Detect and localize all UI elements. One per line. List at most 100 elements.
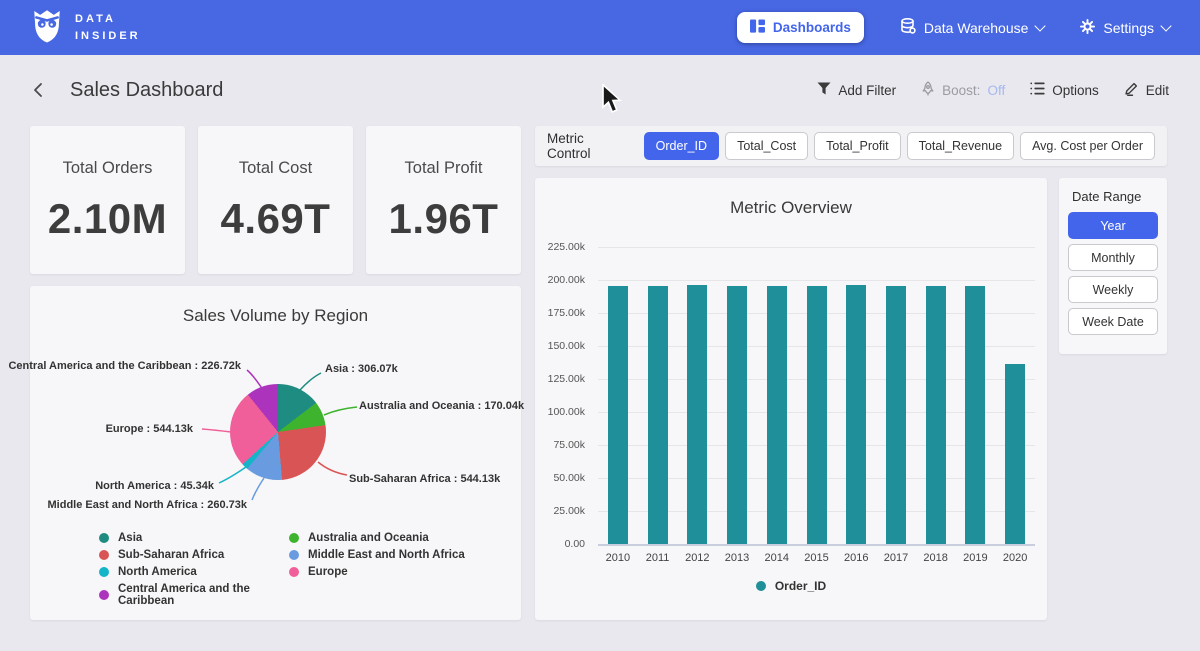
pie-callout-sub-saharan-africa: Sub-Saharan Africa : 544.13k [349, 473, 500, 485]
legend-dot [99, 550, 109, 560]
date-range-button-weekly[interactable]: Weekly [1068, 276, 1158, 303]
bar-2020[interactable] [1005, 364, 1025, 544]
legend-label: Order_ID [775, 579, 826, 593]
y-axis-tick: 100.00k [548, 406, 585, 418]
pie-chart-card: Sales Volume by Region Asia : 306.07kAus… [30, 286, 521, 620]
gridline [598, 247, 1035, 248]
bar-chart-card: Metric Overview 201020112012201320142015… [535, 178, 1047, 620]
kpi-card-total-cost: Total Cost 4.69T [198, 126, 353, 274]
pie-legend-item-middle-east-and-north-africa[interactable]: Middle East and North Africa [289, 549, 479, 561]
metric-pill-total-revenue[interactable]: Total_Revenue [907, 132, 1014, 160]
pie-callout-europe: Europe : 544.13k [106, 423, 193, 435]
gridline [598, 544, 1035, 546]
add-filter-label: Add Filter [838, 83, 896, 98]
legend-label: Central America and the Caribbean [118, 583, 289, 607]
metric-pill-avg-cost-per-order[interactable]: Avg. Cost per Order [1020, 132, 1155, 160]
x-axis-tick: 2014 [765, 552, 789, 564]
chevron-down-icon [1160, 20, 1171, 31]
rocket-icon [921, 81, 935, 99]
dashboards-button[interactable]: Dashboards [737, 12, 864, 43]
kpi-value: 2.10M [48, 195, 167, 243]
y-axis-tick: 225.00k [548, 241, 585, 253]
bar-2010[interactable] [608, 286, 628, 544]
chevron-down-icon [1035, 20, 1046, 31]
bar-2012[interactable] [687, 285, 707, 544]
brand-logo[interactable]: DATA INSIDER [30, 7, 141, 49]
legend-label: Middle East and North Africa [308, 549, 465, 561]
kpi-label: Total Orders [63, 159, 153, 178]
pie-legend-item-australia-and-oceania[interactable]: Australia and Oceania [289, 532, 479, 544]
back-button[interactable] [31, 82, 47, 98]
edit-label: Edit [1146, 83, 1169, 98]
metric-control-bar: Metric Control Order_IDTotal_CostTotal_P… [535, 126, 1167, 166]
bar-2014[interactable] [767, 286, 787, 544]
legend-dot [99, 533, 109, 543]
x-axis-tick: 2010 [606, 552, 630, 564]
pie-callout-asia: Asia : 306.07k [325, 363, 398, 375]
y-axis-tick: 125.00k [548, 373, 585, 385]
metric-pill-total-profit[interactable]: Total_Profit [814, 132, 901, 160]
bar-chart-plot: 2010201120122013201420152016201720182019… [598, 247, 1035, 544]
page-title: Sales Dashboard [70, 79, 223, 102]
boost-toggle[interactable]: Boost: Off [921, 81, 1005, 99]
kpi-card-total-orders: Total Orders 2.10M [30, 126, 185, 274]
pie-callout-middle-east-and-north-africa: Middle East and North Africa : 260.73k [48, 499, 247, 511]
dashboards-label: Dashboards [773, 20, 851, 35]
gridline [598, 280, 1035, 281]
x-axis-tick: 2012 [685, 552, 709, 564]
settings-menu[interactable]: Settings [1080, 19, 1170, 37]
pie-legend-item-sub-saharan-africa[interactable]: Sub-Saharan Africa [99, 549, 289, 561]
date-range-button-year[interactable]: Year [1068, 212, 1158, 239]
x-axis-tick: 2017 [884, 552, 908, 564]
bar-2013[interactable] [727, 286, 747, 544]
brand-text: DATA INSIDER [75, 11, 141, 44]
date-range-button-group: Year Monthly Weekly Week Date [1068, 212, 1158, 335]
pie-callout-australia-and-oceania: Australia and Oceania : 170.04k [359, 400, 524, 412]
legend-dot [756, 581, 766, 591]
legend-dot [289, 567, 299, 577]
bar-2016[interactable] [846, 285, 866, 545]
date-range-label: Date Range [1072, 189, 1167, 204]
legend-label: Sub-Saharan Africa [118, 549, 224, 561]
data-warehouse-menu[interactable]: Data Warehouse [900, 18, 1045, 37]
x-axis-tick: 2015 [804, 552, 828, 564]
kpi-card-total-profit: Total Profit 1.96T [366, 126, 521, 274]
edit-button[interactable]: Edit [1124, 81, 1169, 99]
filter-funnel-icon [817, 82, 831, 98]
kpi-label: Total Profit [405, 159, 483, 178]
bar-2018[interactable] [926, 286, 946, 544]
legend-label: Europe [308, 566, 348, 578]
bar-2017[interactable] [886, 286, 906, 544]
legend-dot [289, 533, 299, 543]
list-options-icon [1030, 82, 1045, 98]
options-button[interactable]: Options [1030, 82, 1099, 98]
pie-legend-item-north-america[interactable]: North America [99, 566, 289, 578]
kpi-label: Total Cost [239, 159, 312, 178]
metric-pill-total-cost[interactable]: Total_Cost [725, 132, 808, 160]
pie-legend-item-central-america-and-the-caribbean[interactable]: Central America and the Caribbean [99, 583, 289, 607]
legend-dot [289, 550, 299, 560]
legend-label: North America [118, 566, 197, 578]
date-range-button-week-date[interactable]: Week Date [1068, 308, 1158, 335]
gear-icon [1080, 19, 1095, 37]
add-filter-button[interactable]: Add Filter [817, 82, 896, 98]
pie-chart-area: Asia : 306.07k Australia and Oceania : 17… [30, 286, 521, 620]
pie-legend-item-asia[interactable]: Asia [99, 532, 289, 544]
date-range-button-monthly[interactable]: Monthly [1068, 244, 1158, 271]
x-axis-tick: 2011 [646, 552, 670, 564]
metric-pill-order-id[interactable]: Order_ID [644, 132, 719, 160]
pie-legend-item-europe[interactable]: Europe [289, 566, 479, 578]
boost-label: Boost: [942, 83, 980, 98]
metric-control-label: Metric Control [547, 131, 627, 161]
y-axis-tick: 25.00k [553, 505, 585, 517]
dashboards-grid-icon [750, 19, 765, 36]
pie-chart[interactable] [230, 384, 326, 480]
y-axis-tick: 150.00k [548, 340, 585, 352]
bar-2015[interactable] [807, 286, 827, 544]
bar-2019[interactable] [965, 286, 985, 544]
pie-legend: Asia Sub-Saharan Africa North America Centr… [99, 532, 479, 607]
top-navbar: DATA INSIDER Dashboards [0, 0, 1200, 55]
bar-2011[interactable] [648, 286, 668, 544]
y-axis-tick: 75.00k [553, 439, 585, 451]
y-axis-tick: 200.00k [548, 274, 585, 286]
